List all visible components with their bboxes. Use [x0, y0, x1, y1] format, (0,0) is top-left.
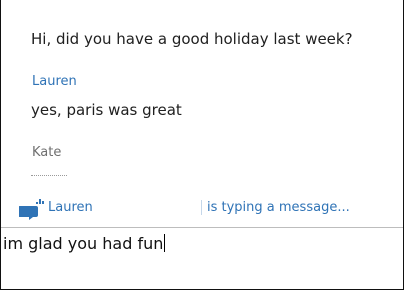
typing-user-name: Lauren: [48, 200, 93, 215]
typing-bubble-icon: [18, 198, 45, 220]
typing-status-text: is typing a message...: [201, 200, 350, 215]
partial-message: [31, 175, 67, 177]
sender-name: Lauren: [32, 74, 77, 89]
compose-text: im glad you had fun: [3, 234, 166, 253]
sender-name: Kate: [32, 145, 62, 160]
chat-window: Hi, did you have a good holiday last wee…: [0, 0, 404, 290]
message-text: Hi, did you have a good holiday last wee…: [31, 30, 353, 48]
conversation-history: Hi, did you have a good holiday last wee…: [1, 0, 403, 186]
typing-indicator: Lauren is typing a message...: [1, 190, 403, 226]
compose-input[interactable]: im glad you had fun: [1, 228, 403, 289]
message-text: yes, paris was great: [31, 101, 182, 119]
text-caret: [164, 234, 166, 252]
compose-value: im glad you had fun: [3, 234, 164, 253]
